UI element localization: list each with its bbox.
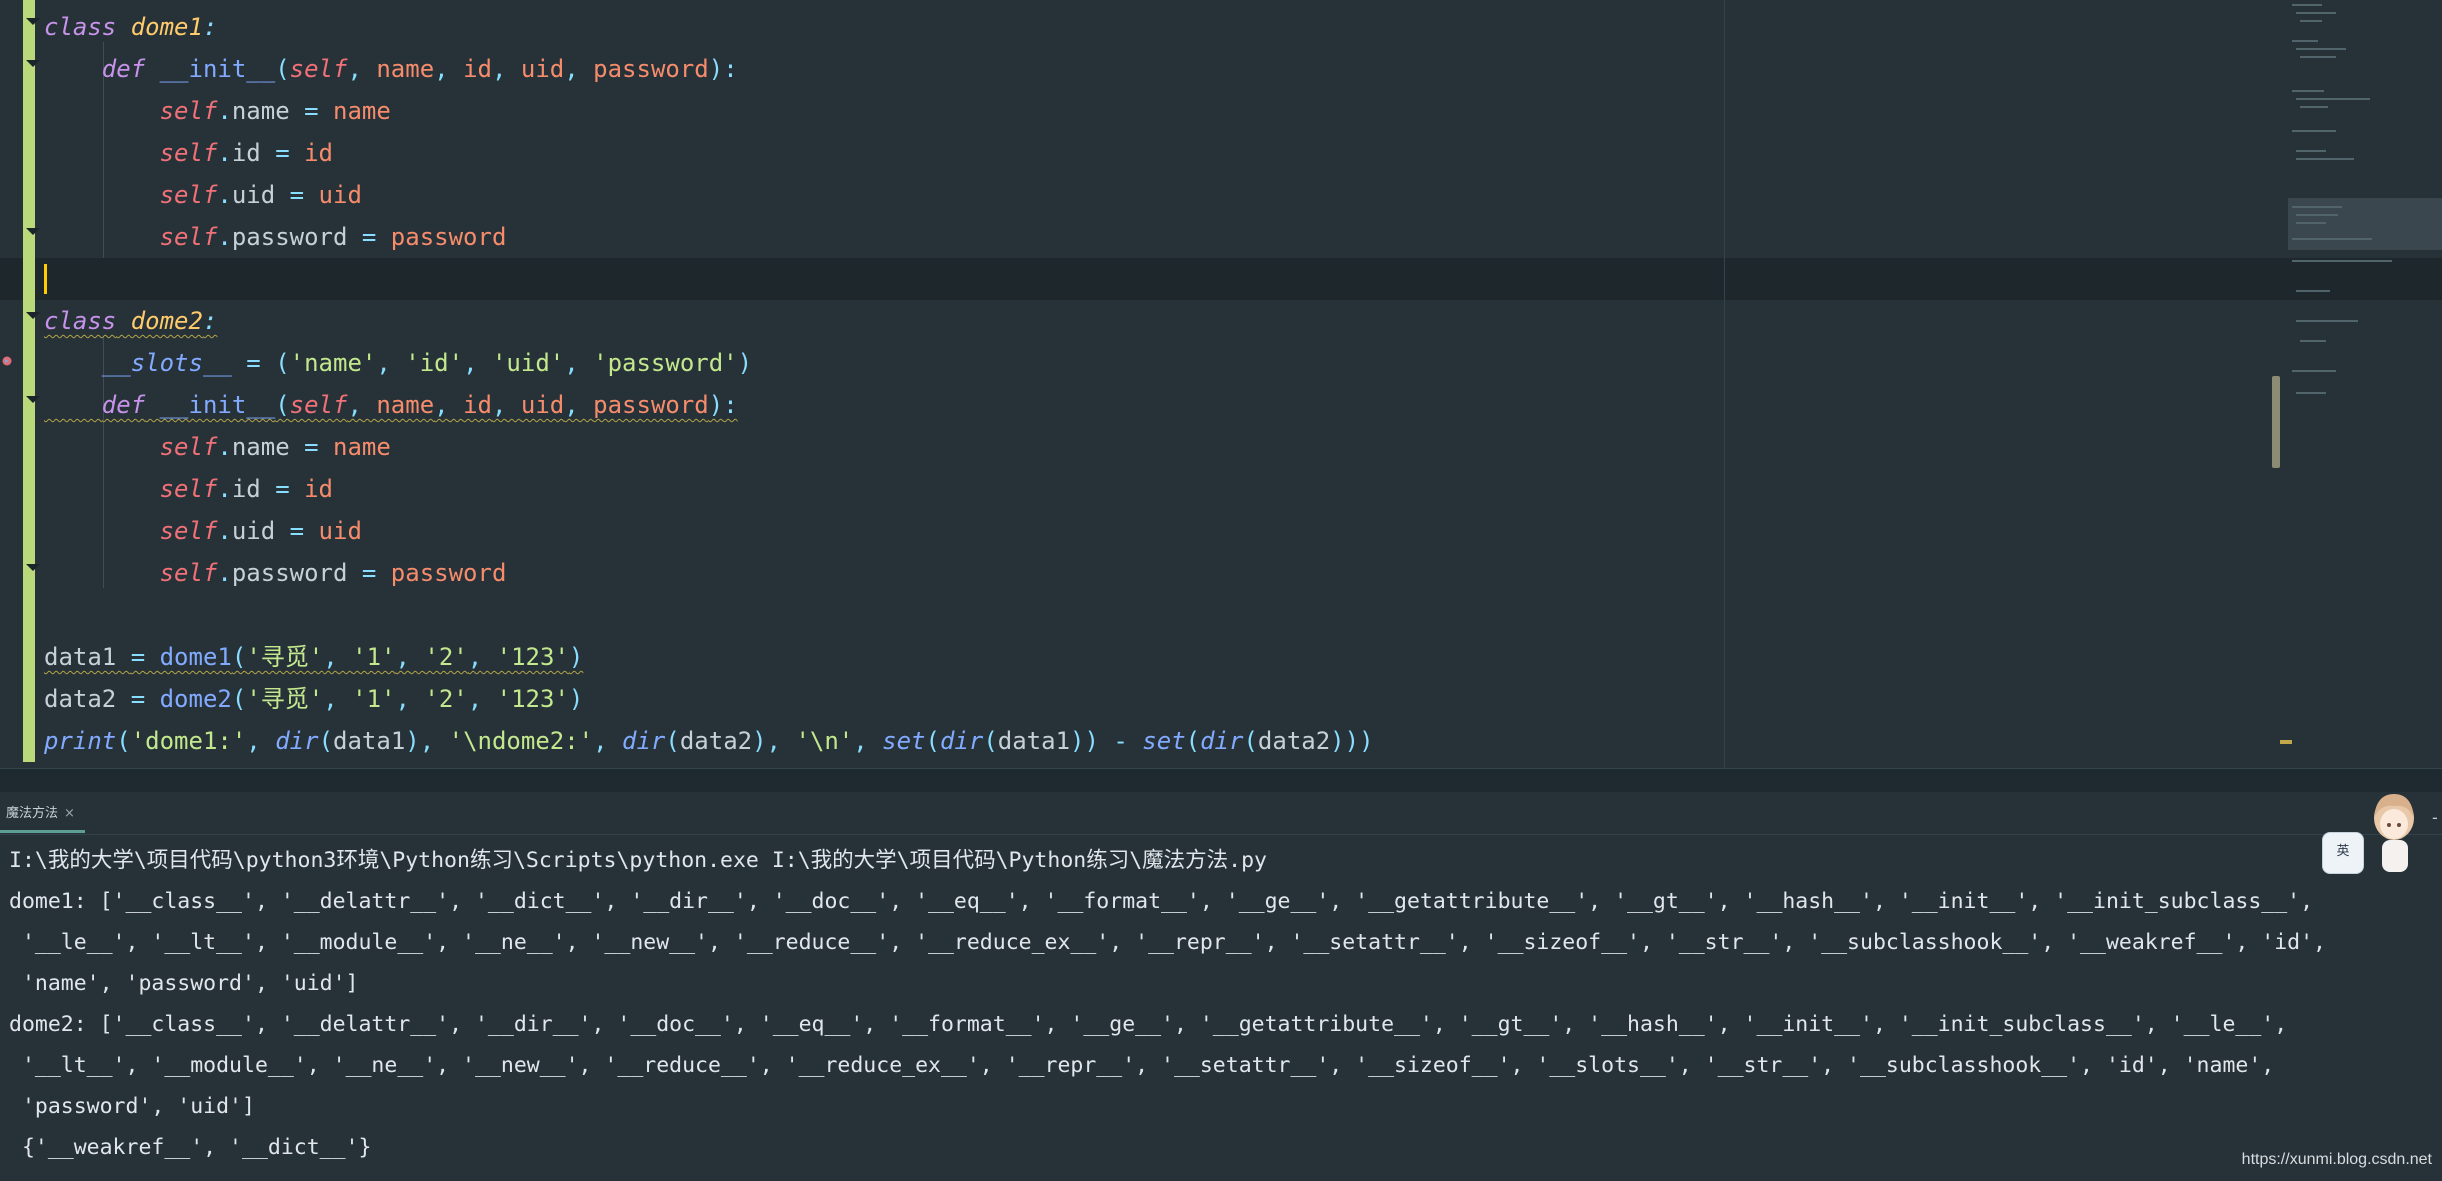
scrollbar-thumb[interactable] <box>2272 376 2280 468</box>
code-line[interactable]: class dome2: <box>44 300 217 342</box>
ime-language-badge[interactable]: 英 <box>2322 832 2364 874</box>
code-line[interactable]: self.name = name <box>44 90 391 132</box>
console-line: 'password', 'uid'] <box>9 1094 255 1119</box>
right-margin-guide <box>1724 0 1725 768</box>
console-line: dome1: ['__class__', '__delattr__', '__d… <box>9 889 2314 914</box>
fold-marker[interactable] <box>26 312 40 319</box>
code-line[interactable]: self.password = password <box>44 216 507 258</box>
code-line[interactable]: print('dome1:', dir(data1), '\ndome2:', … <box>44 720 1374 762</box>
fold-marker[interactable] <box>26 60 40 67</box>
code-line[interactable]: self.password = password <box>44 552 507 594</box>
code-line[interactable]: def __init__(self, name, id, uid, passwo… <box>44 384 738 426</box>
code-line[interactable]: __slots__ = ('name', 'id', 'uid', 'passw… <box>44 342 752 384</box>
console-line: '__le__', '__lt__', '__module__', '__ne_… <box>9 930 2326 955</box>
console-line: 'name', 'password', 'uid'] <box>9 971 359 996</box>
panel-divider[interactable] <box>0 768 2442 793</box>
watermark-url: https://xunmi.blog.csdn.net <box>2241 1151 2432 1168</box>
code-line[interactable]: class dome1: <box>44 6 217 48</box>
fold-marker[interactable] <box>26 564 40 571</box>
vcs-change-stripe <box>23 0 35 762</box>
code-editor[interactable]: class dome1: def __init__(self, name, id… <box>0 0 2442 768</box>
code-line[interactable]: def __init__(self, name, id, uid, passwo… <box>44 48 738 90</box>
console-line: I:\我的大学\项目代码\python3环境\Python练习\Scripts\… <box>9 848 1267 873</box>
fold-marker[interactable] <box>26 18 40 25</box>
code-line[interactable]: self.uid = uid <box>44 174 362 216</box>
code-line[interactable]: self.name = name <box>44 426 391 468</box>
close-icon[interactable]: × <box>64 806 75 821</box>
console-line: '__lt__', '__module__', '__ne__', '__new… <box>9 1053 2275 1078</box>
fold-marker[interactable] <box>26 228 40 235</box>
text-caret <box>44 264 47 294</box>
fold-marker[interactable] <box>26 396 40 403</box>
current-line-highlight <box>0 258 2442 300</box>
code-line[interactable]: self.id = id <box>44 468 333 510</box>
minimap[interactable] <box>2288 0 2442 768</box>
console-line: dome2: ['__class__', '__delattr__', '__d… <box>9 1012 2288 1037</box>
code-line[interactable]: data2 = dome2('寻觅', '1', '2', '123') <box>44 678 583 720</box>
pane-edge-mark: - <box>2432 808 2438 827</box>
code-line[interactable]: data1 = dome1('寻觅', '1', '2', '123') <box>44 636 583 678</box>
console-line: {'__weakref__', '__dict__'} <box>9 1135 372 1160</box>
ime-indicator[interactable]: 英 <box>2320 790 2424 876</box>
code-line[interactable]: self.uid = uid <box>44 510 362 552</box>
code-line[interactable]: self.id = id <box>44 132 333 174</box>
run-tool-window-tabbar: 魔法方法 × <box>0 792 2442 835</box>
scrollbar-mark <box>2280 740 2292 744</box>
override-gutter-icon[interactable] <box>2 354 12 368</box>
run-console-output[interactable]: I:\我的大学\项目代码\python3环境\Python练习\Scripts\… <box>0 840 2442 1181</box>
anime-avatar-icon <box>2374 794 2414 872</box>
run-tab-label: 魔法方法 <box>6 806 59 821</box>
run-tab[interactable]: 魔法方法 × <box>0 798 85 833</box>
